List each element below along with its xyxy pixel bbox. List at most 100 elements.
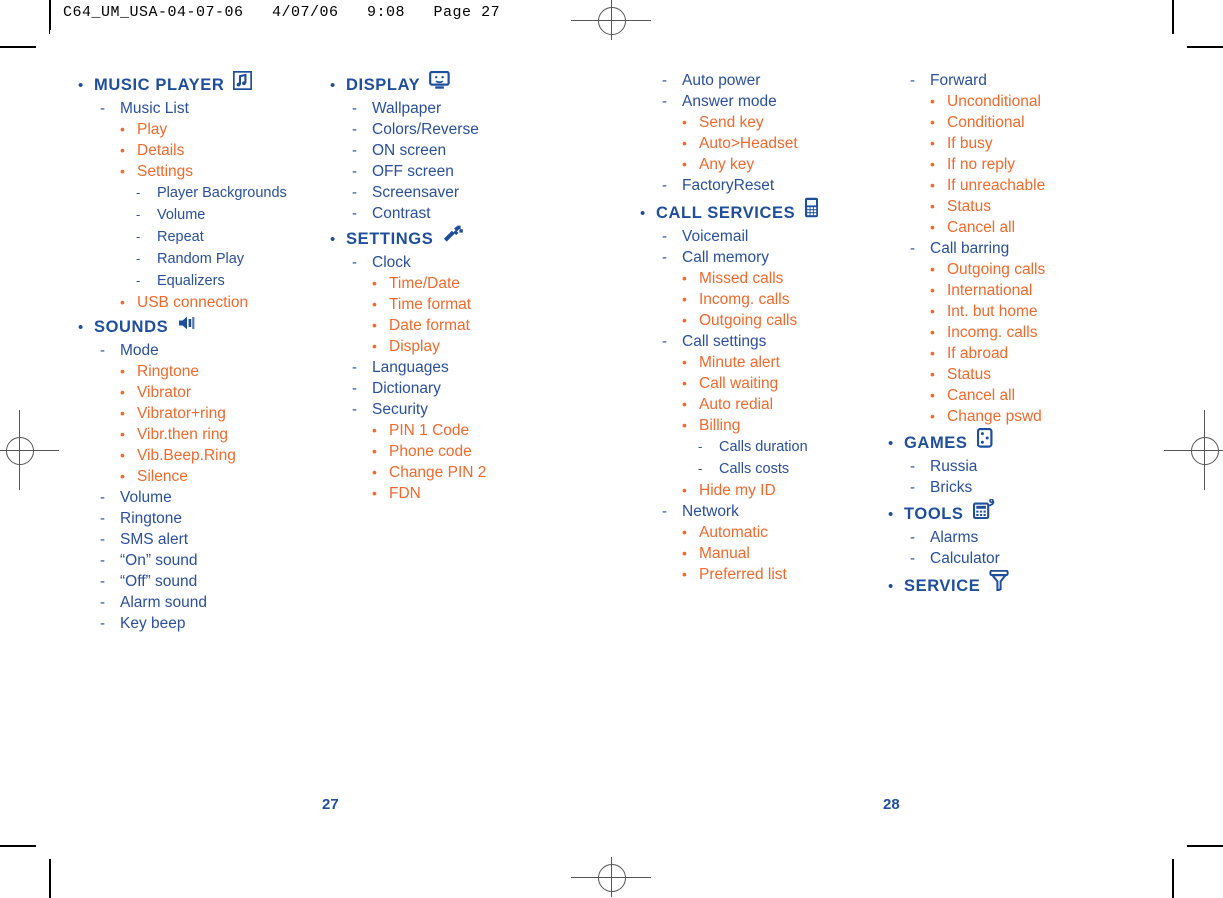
menu-item-label: SERVICE (904, 577, 981, 595)
menu-item-label: MUSIC PLAYER (94, 76, 225, 94)
menu-item-level-3: • Int. but home (888, 301, 1158, 322)
menu-list-2: • DISPLAY - Wallpaper - Colors/Reverse - ON sc… (330, 71, 580, 504)
bullet-level-3-icon: • (930, 93, 935, 109)
bullet-level-2-icon: - (910, 479, 915, 496)
bullet-level-2-icon: - (352, 205, 357, 222)
bullet-level-2-icon: - (352, 163, 357, 180)
menu-column-3: - Auto power - Answer mode • Send key • Auto>He… (640, 70, 890, 585)
menu-item-level-3: • Silence (78, 466, 328, 487)
menu-item-level-4: - Volume (78, 204, 328, 226)
menu-item-level-2: - Forward (888, 70, 1158, 91)
bullet-level-3-icon: • (682, 482, 687, 498)
menu-column-1: • MUSIC PLAYER - Music List • Play • Details • S… (78, 70, 328, 634)
menu-item-level-3: • FDN (330, 483, 580, 504)
menu-item-label: Minute alert (699, 354, 780, 371)
bullet-level-3-icon: • (372, 422, 377, 438)
menu-item-label: Outgoing calls (699, 312, 798, 329)
bullet-level-3-icon: • (120, 384, 125, 400)
menu-item-level-2: - Clock (330, 252, 580, 273)
bullet-level-2-icon: - (352, 254, 357, 271)
bullet-level-3-icon: • (372, 317, 377, 333)
bullet-level-1-icon: • (78, 77, 84, 94)
menu-item-label: Forward (930, 72, 987, 89)
menu-item-level-2: - Bricks (888, 477, 1158, 498)
bullet-level-3-icon: • (930, 387, 935, 403)
menu-item-level-3: • Conditional (888, 112, 1158, 133)
menu-item-level-3: • Change PIN 2 (330, 462, 580, 483)
speaker-icon (177, 314, 197, 332)
bullet-level-2-icon: - (100, 510, 105, 527)
bullet-level-2-icon: - (662, 333, 667, 350)
menu-item-level-2: - Alarm sound (78, 592, 328, 613)
menu-item-label: Calls costs (719, 461, 790, 477)
menu-item-level-3: • Outgoing calls (640, 310, 890, 331)
menu-item-level-3: • Cancel all (888, 217, 1158, 238)
menu-item-label: Outgoing calls (947, 261, 1046, 278)
menu-item-level-2: - Contrast (330, 203, 580, 224)
menu-item-label: Status (947, 198, 991, 215)
bullet-level-3-icon: • (682, 524, 687, 540)
menu-item-label: Colors/Reverse (372, 121, 479, 138)
menu-item-level-3: • Vibr.then ring (78, 424, 328, 445)
menu-item-label: Ringtone (120, 510, 183, 527)
bullet-level-2-icon: - (662, 228, 667, 245)
bullet-level-2-icon: - (352, 100, 357, 117)
bullet-level-2-icon: - (100, 531, 105, 548)
menu-item-label: Auto power (682, 72, 761, 89)
menu-item-label: FactoryReset (682, 177, 775, 194)
menu-item-label: Auto redial (699, 396, 774, 413)
menu-item-level-3: • Details (78, 140, 328, 161)
crop-mark-top-right-vertical (1172, 0, 1174, 34)
menu-item-label: Cancel all (947, 387, 1016, 404)
menu-item-label: ON screen (372, 142, 447, 159)
menu-item-label: Ringtone (137, 363, 200, 380)
wrench-icon (442, 225, 464, 244)
menu-item-label: Status (947, 366, 991, 383)
registration-mark-bottom-center (571, 857, 651, 897)
bullet-level-3-icon: • (120, 447, 125, 463)
menu-list-1: • MUSIC PLAYER - Music List • Play • Details • S… (78, 71, 328, 634)
menu-item-label: SETTINGS (346, 230, 434, 248)
menu-item-level-3: • Phone code (330, 441, 580, 462)
menu-item-level-2: - ON screen (330, 140, 580, 161)
bullet-level-1-icon: • (640, 205, 646, 222)
menu-item-label: Answer mode (682, 93, 777, 110)
bullet-level-2-icon: - (100, 342, 105, 359)
bullet-level-3-icon: • (930, 324, 935, 340)
menu-item-level-3: • Vibrator (78, 382, 328, 403)
menu-item-label: Screensaver (372, 184, 460, 201)
menu-item-level-2: - Call settings (640, 331, 890, 352)
menu-item-label: Volume (120, 489, 172, 506)
menu-item-level-3: • If busy (888, 133, 1158, 154)
menu-item-label: Voicemail (682, 228, 749, 245)
menu-item-level-4: - Player Backgrounds (78, 182, 328, 204)
menu-item-label: If busy (947, 135, 993, 152)
bullet-level-3-icon: • (930, 408, 935, 424)
menu-item-label: Bricks (930, 479, 973, 496)
bullet-level-4-icon: - (136, 273, 141, 288)
bullet-level-3-icon: • (930, 135, 935, 151)
menu-item-level-3: • Auto redial (640, 394, 890, 415)
menu-item-level-4: - Calls duration (640, 436, 890, 458)
bullet-level-4-icon: - (136, 229, 141, 244)
menu-item-level-4: - Calls costs (640, 458, 890, 480)
page-spine-top-left (49, 0, 50, 34)
menu-item-label: Music List (120, 100, 189, 117)
menu-item-label: SMS alert (120, 531, 189, 548)
menu-item-label: Incomg. calls (699, 291, 790, 308)
menu-item-level-3: • Date format (330, 315, 580, 336)
menu-item-label: Mode (120, 342, 159, 359)
menu-item-label: Missed calls (699, 270, 784, 287)
menu-item-label: Call waiting (699, 375, 779, 392)
bullet-level-2-icon: - (352, 359, 357, 376)
bullet-level-4-icon: - (698, 461, 703, 476)
bullet-level-3-icon: • (930, 366, 935, 382)
dice-icon (976, 428, 993, 448)
menu-item-label: FDN (389, 485, 421, 502)
menu-item-label: International (947, 282, 1033, 299)
menu-item-level-3: • If abroad (888, 343, 1158, 364)
menu-item-label: Key beep (120, 615, 186, 632)
bullet-level-2-icon: - (352, 184, 357, 201)
menu-item-label: Player Backgrounds (157, 185, 287, 201)
bullet-level-3-icon: • (930, 114, 935, 130)
